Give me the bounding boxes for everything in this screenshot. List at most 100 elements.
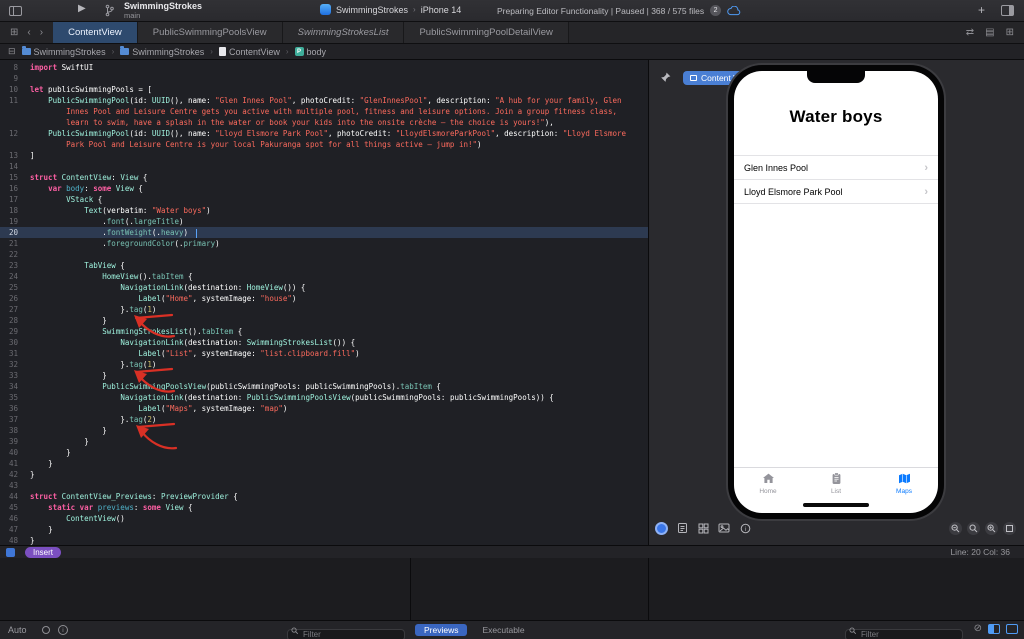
- scheme-selector[interactable]: SwimmingStrokes › iPhone 14: [320, 4, 461, 15]
- add-button[interactable]: +: [978, 4, 985, 16]
- code-line-21[interactable]: 21 .foregroundColor(.primary): [0, 238, 648, 249]
- code-area[interactable]: 8 import SwiftUI 9 10 let publicSwimmingPoo…: [0, 60, 648, 545]
- preview-list-row[interactable]: Lloyd Elsmore Park Pool ›: [734, 180, 938, 204]
- line-number[interactable]: 38: [0, 425, 26, 436]
- breadcrumb-item-SwimmingStrokes[interactable]: SwimmingStrokes: [120, 46, 204, 57]
- line-number[interactable]: 40: [0, 447, 26, 458]
- device-settings-button[interactable]: [696, 521, 710, 535]
- code-line-46[interactable]: 46 ContentView(): [0, 513, 648, 524]
- debug-pane-divider[interactable]: [410, 558, 411, 620]
- preview-tab-List[interactable]: List: [802, 468, 870, 499]
- code-line-17[interactable]: 17 VStack {: [0, 194, 648, 205]
- code-line-25[interactable]: 25 NavigationLink(destination: HomeView(…: [0, 282, 648, 293]
- show-console-pane-icon[interactable]: [1006, 624, 1018, 634]
- code-line-14[interactable]: 14: [0, 161, 648, 172]
- add-editor-icon[interactable]: ⊞: [1006, 27, 1014, 38]
- variables-view-icon[interactable]: [42, 626, 50, 634]
- console-filter-input[interactable]: [845, 628, 963, 639]
- run-button[interactable]: ▶: [78, 3, 86, 14]
- line-number[interactable]: 35: [0, 392, 26, 403]
- pin-preview-icon[interactable]: [659, 71, 672, 89]
- code-line-31[interactable]: 31 Label("List", systemImage: "list.clip…: [0, 348, 648, 359]
- project-title-block[interactable]: SwimmingStrokes main: [124, 2, 202, 21]
- code-line-34[interactable]: 34 PublicSwimmingPoolsView(publicSwimmin…: [0, 381, 648, 392]
- clear-console-icon[interactable]: ⊘: [974, 624, 982, 634]
- line-number[interactable]: 33: [0, 370, 26, 381]
- preview-tab-Maps[interactable]: Maps: [870, 468, 938, 499]
- console-tab-Executable[interactable]: Executable: [473, 624, 533, 636]
- breadcrumb-item-SwimmingStrokes[interactable]: SwimmingStrokes: [21, 46, 106, 57]
- line-number[interactable]: 14: [0, 161, 26, 172]
- line-number[interactable]: 10: [0, 84, 26, 95]
- code-line-22[interactable]: 22: [0, 249, 648, 260]
- variants-button[interactable]: [675, 521, 689, 535]
- line-number[interactable]: 34: [0, 381, 26, 392]
- code-line-40[interactable]: 40 }: [0, 447, 648, 458]
- code-line-10[interactable]: 10 let publicSwimmingPools = [: [0, 84, 648, 95]
- editor-options-icon[interactable]: ▤: [985, 27, 994, 38]
- line-number[interactable]: 11: [0, 95, 26, 128]
- code-line-48[interactable]: 48}: [0, 535, 648, 545]
- line-number[interactable]: 30: [0, 337, 26, 348]
- tab-PublicSwimmingPoolsView[interactable]: PublicSwimmingPoolsView: [137, 22, 283, 43]
- line-number[interactable]: 26: [0, 293, 26, 304]
- code-line-45[interactable]: 45 static var previews: some View {: [0, 502, 648, 513]
- inspector-toggle-icon[interactable]: [1001, 4, 1014, 16]
- tab-PublicSwimmingPoolDetailView[interactable]: PublicSwimmingPoolDetailView: [404, 22, 569, 43]
- line-number[interactable]: 37: [0, 414, 26, 425]
- code-line-29[interactable]: 29 SwimmingStrokesList().tabItem {: [0, 326, 648, 337]
- issue-count-badge[interactable]: 2: [710, 5, 722, 16]
- tab-ContentView[interactable]: ContentView: [53, 22, 138, 43]
- line-number[interactable]: 32: [0, 359, 26, 370]
- code-review-icon[interactable]: ⇄: [966, 27, 974, 38]
- console-tab-Previews[interactable]: Previews: [415, 624, 468, 636]
- line-number[interactable]: 29: [0, 326, 26, 337]
- breadcrumb-item-body[interactable]: Pbody: [294, 47, 326, 57]
- code-line-37[interactable]: 37 }.tag(2): [0, 414, 648, 425]
- code-line-39[interactable]: 39 }: [0, 436, 648, 447]
- source-editor[interactable]: 8 import SwiftUI 9 10 let publicSwimmingPoo…: [0, 60, 648, 545]
- line-number[interactable]: 47: [0, 524, 26, 535]
- line-number[interactable]: 16: [0, 183, 26, 194]
- line-number[interactable]: 43: [0, 480, 26, 491]
- code-line-24[interactable]: 24 HomeView().tabItem {: [0, 271, 648, 282]
- code-line-12[interactable]: 12 PublicSwimmingPool(id: UUID(), name: …: [0, 128, 648, 150]
- line-number[interactable]: 25: [0, 282, 26, 293]
- code-line-30[interactable]: 30 NavigationLink(destination: SwimmingS…: [0, 337, 648, 348]
- breadcrumb-item-ContentView[interactable]: ContentView: [218, 47, 280, 57]
- line-number[interactable]: 22: [0, 249, 26, 260]
- code-line-27[interactable]: 27 }.tag(1): [0, 304, 648, 315]
- line-number[interactable]: 24: [0, 271, 26, 282]
- activity-view[interactable]: Preparing Editor Functionality | Paused …: [497, 5, 741, 16]
- line-number[interactable]: 18: [0, 205, 26, 216]
- line-number[interactable]: 20: [0, 227, 26, 238]
- code-line-23[interactable]: 23 TabView {: [0, 260, 648, 271]
- info-icon[interactable]: i: [58, 625, 68, 635]
- line-number[interactable]: 21: [0, 238, 26, 249]
- line-number[interactable]: 48: [0, 535, 26, 545]
- line-number[interactable]: 13: [0, 150, 26, 161]
- code-line-33[interactable]: 33 }: [0, 370, 648, 381]
- line-number[interactable]: 46: [0, 513, 26, 524]
- show-variables-pane-icon[interactable]: [988, 624, 1000, 634]
- code-line-35[interactable]: 35 NavigationLink(destination: PublicSwi…: [0, 392, 648, 403]
- forward-icon[interactable]: ›: [40, 27, 43, 38]
- related-items-icon[interactable]: ⊟: [8, 46, 16, 57]
- variables-filter-input[interactable]: [287, 628, 405, 639]
- code-line-41[interactable]: 41 }: [0, 458, 648, 469]
- code-line-9[interactable]: 9: [0, 73, 648, 84]
- line-number[interactable]: 9: [0, 73, 26, 84]
- code-line-36[interactable]: 36 Label("Maps", systemImage: "map"): [0, 403, 648, 414]
- line-number[interactable]: 31: [0, 348, 26, 359]
- zoom-actual-button[interactable]: [967, 522, 980, 535]
- line-number[interactable]: 41: [0, 458, 26, 469]
- line-number[interactable]: 36: [0, 403, 26, 414]
- code-line-42[interactable]: 42}: [0, 469, 648, 480]
- debug-pane-divider[interactable]: [648, 558, 649, 620]
- code-line-15[interactable]: 15 struct ContentView: View {: [0, 172, 648, 183]
- line-number[interactable]: 27: [0, 304, 26, 315]
- line-number[interactable]: 15: [0, 172, 26, 183]
- line-number[interactable]: 39: [0, 436, 26, 447]
- preview-tab-Home[interactable]: Home: [734, 468, 802, 499]
- line-number[interactable]: 19: [0, 216, 26, 227]
